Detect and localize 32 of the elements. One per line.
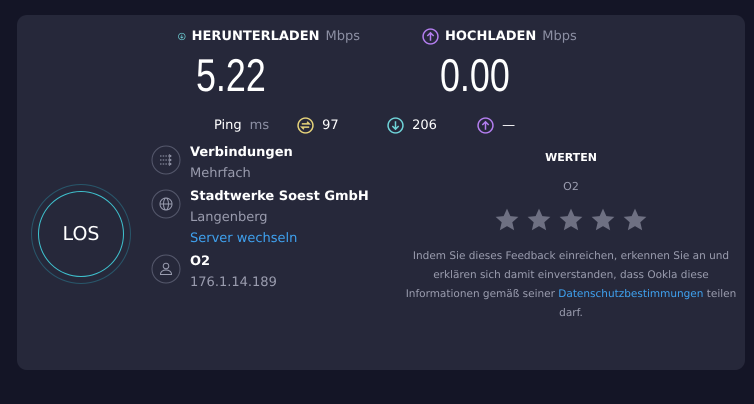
info-title: Stadtwerke Soest GmbH: [190, 189, 369, 204]
metric-unit: Mbps: [326, 28, 360, 44]
info-subtitle: Langenberg: [190, 210, 269, 225]
metric-label: HOCHLADEN: [445, 28, 536, 44]
ping-unit: ms: [250, 118, 270, 132]
user-icon: [151, 254, 181, 284]
star-icon[interactable]: [494, 207, 520, 233]
metric-unit: Mbps: [542, 28, 577, 44]
ping-value: —: [502, 118, 516, 132]
info-title: Verbindungen: [190, 145, 293, 160]
star-icon[interactable]: [558, 207, 584, 233]
jitter-icon: [297, 116, 314, 134]
ping-label: Ping: [214, 118, 242, 132]
info-subtitle: 176.1.14.189: [190, 275, 277, 290]
rating-provider: O2: [563, 180, 579, 193]
arrows-icon: [151, 145, 181, 175]
privacy-link[interactable]: Datenschutzbestimmungen: [558, 288, 704, 300]
metric-label: HERUNTERLADEN: [192, 28, 320, 44]
info-title: O2: [190, 254, 212, 269]
ping-value: 206: [412, 118, 437, 132]
start-button[interactable]: LOS: [38, 191, 124, 277]
ping-value: 97: [322, 118, 339, 132]
metric-value: 0.00: [438, 48, 510, 103]
change-server-link[interactable]: Server wechseln: [190, 231, 369, 246]
privacy-notice: Indem Sie dieses Feedback einreichen, erkennen Sie an und erklären sich damit einverstanden, dass Ookla diese Informationen gemäß seiner Datenschutzbestimmungen teilen darf.: [404, 249, 738, 321]
metric-value: 5.22: [194, 48, 266, 103]
star-icon[interactable]: [590, 207, 616, 233]
rating-title: WERTEN: [545, 151, 597, 164]
star-icon[interactable]: [622, 207, 648, 233]
info-subtitle: Mehrfach: [190, 166, 252, 181]
star-icon[interactable]: [526, 207, 552, 233]
globe-icon: [151, 189, 181, 219]
